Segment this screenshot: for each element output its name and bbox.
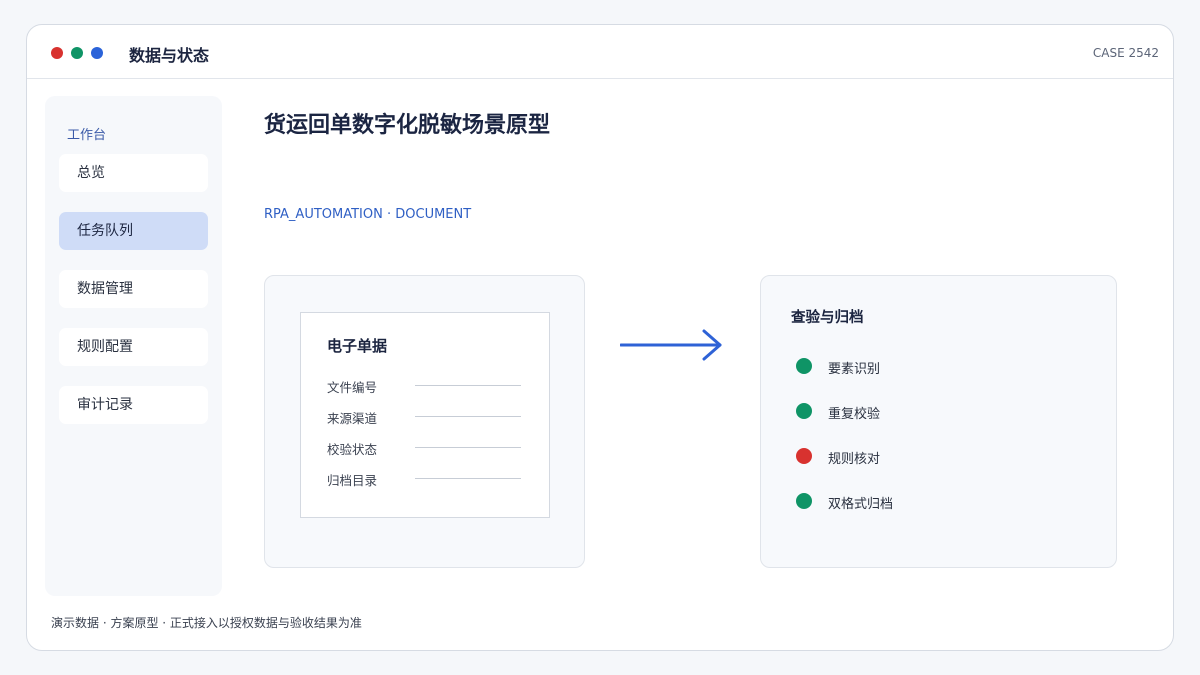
arrow-right-icon	[620, 329, 722, 361]
sidebar-item-data-management[interactable]: 数据管理	[59, 270, 208, 308]
case-id-label: CASE 2542	[1092, 46, 1159, 60]
sidebar-heading: 工作台	[67, 128, 107, 143]
check-item: 双格式归档	[796, 491, 1056, 512]
sidebar-item-overview[interactable]: 总览	[59, 154, 208, 192]
check-archive-card: 查验与归档 要素识别 重复校验 规则核对 双格式归档	[760, 275, 1117, 568]
document-field-line	[415, 385, 521, 386]
close-window-button[interactable]	[51, 47, 63, 59]
document-field-line	[415, 416, 521, 417]
electronic-document-preview: 电子单据 文件编号 来源渠道 校验状态 归档目录	[300, 312, 550, 518]
page-title: 货运回单数字化脱敏场景原型	[264, 113, 551, 138]
title-bar: 数据与状态 CASE 2542	[27, 25, 1173, 79]
document-field: 校验状态	[327, 439, 527, 457]
check-item-label: 要素识别	[828, 362, 881, 377]
document-field-label: 归档目录	[327, 473, 378, 488]
status-dot-icon	[796, 448, 812, 464]
maximize-window-button[interactable]	[91, 47, 103, 59]
document-field: 来源渠道	[327, 408, 527, 426]
check-item-label: 规则核对	[828, 452, 881, 467]
check-card-title: 查验与归档	[791, 310, 864, 326]
status-dot-icon	[796, 493, 812, 509]
status-dot-icon	[796, 403, 812, 419]
check-item-label: 双格式归档	[828, 497, 894, 512]
document-card: 电子单据 文件编号 来源渠道 校验状态 归档目录	[264, 275, 585, 568]
app-window: 数据与状态 CASE 2542 工作台 总览 任务队列 数据管理 规则配置 审计…	[26, 24, 1174, 651]
sidebar-item-task-queue[interactable]: 任务队列	[59, 212, 208, 250]
app-title: 数据与状态	[129, 46, 210, 65]
sidebar-item-rule-config[interactable]: 规则配置	[59, 328, 208, 366]
document-field-label: 校验状态	[327, 442, 378, 457]
footer-note: 演示数据 · 方案原型 · 正式接入以授权数据与验收结果为准	[51, 616, 362, 630]
document-field-line	[415, 447, 521, 448]
check-item: 要素识别	[796, 356, 1056, 377]
document-field-label: 文件编号	[327, 380, 378, 395]
minimize-window-button[interactable]	[71, 47, 83, 59]
check-item: 重复校验	[796, 401, 1056, 422]
document-field-label: 来源渠道	[327, 411, 378, 426]
document-title: 电子单据	[327, 337, 388, 355]
document-field-line	[415, 478, 521, 479]
page-subtitle: RPA_AUTOMATION · DOCUMENT	[264, 207, 472, 222]
check-item-label: 重复校验	[828, 407, 881, 422]
sidebar: 工作台 总览 任务队列 数据管理 规则配置 审计记录	[45, 96, 222, 596]
document-field: 文件编号	[327, 377, 527, 395]
status-dot-icon	[796, 358, 812, 374]
check-item: 规则核对	[796, 446, 1056, 467]
document-field: 归档目录	[327, 470, 527, 488]
sidebar-item-audit-log[interactable]: 审计记录	[59, 386, 208, 424]
